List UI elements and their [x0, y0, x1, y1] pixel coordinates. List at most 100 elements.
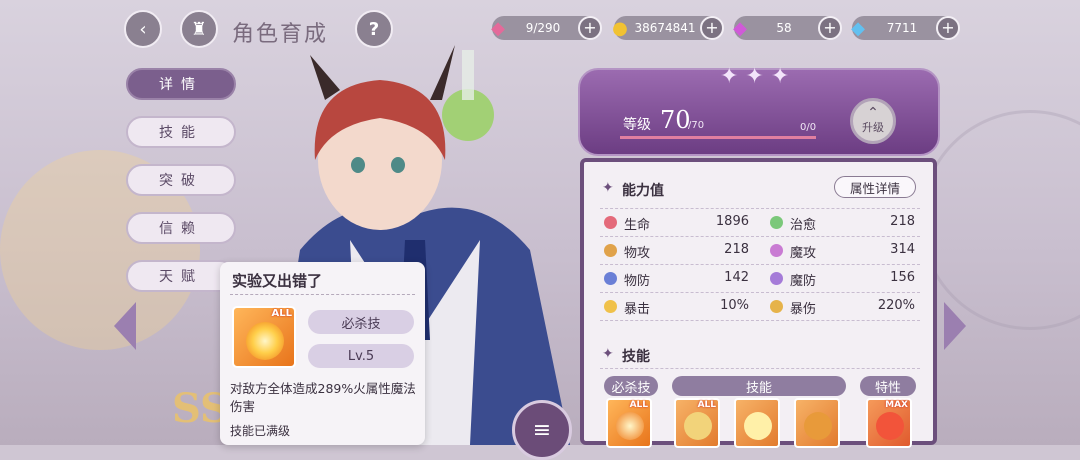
sparkle-icon: ✦ ✦ ✦ — [720, 64, 790, 89]
crit-damage-icon — [770, 300, 783, 313]
sparkle-icon: ✦ — [602, 346, 614, 362]
skill-type-pill: 必杀技 — [308, 310, 414, 334]
add-gold-button[interactable]: + — [700, 16, 724, 40]
key-icon — [804, 412, 832, 440]
stat-value: 156 — [890, 270, 915, 285]
sidebar-item-trust[interactable]: 信赖 — [126, 212, 236, 244]
heal-icon — [770, 216, 783, 229]
question-icon: ? — [368, 18, 380, 40]
prev-character-arrow[interactable] — [112, 300, 138, 352]
exp-value: 0/0 — [800, 122, 817, 133]
sidebar-item-skills[interactable]: 技能 — [126, 116, 236, 148]
top-bar: ‹ ♜ 角色育成 ? ◆ 9/290 + ● 38674841 + ◆ 58 +… — [0, 10, 1080, 48]
magic-shield-icon — [770, 272, 783, 285]
resource-blue-diamond: ◆ 7711 + — [851, 16, 960, 40]
help-button[interactable]: ? — [355, 10, 393, 48]
gold-coin-icon: ● — [612, 17, 628, 39]
stat-crit: 暴击 10% — [604, 296, 749, 318]
stat-label: 物防 — [624, 274, 651, 289]
stat-label: 暴伤 — [790, 302, 817, 317]
stat-physical-defense: 物防 142 — [604, 268, 749, 290]
stat-label: 暴击 — [624, 302, 651, 317]
potion-icon — [684, 412, 712, 440]
stat-value: 10% — [720, 298, 749, 313]
stats-title: 能力值 — [622, 183, 664, 199]
all-target-tag: ALL — [629, 400, 648, 410]
stat-value: 1896 — [715, 214, 749, 229]
stat-physical-attack: 物攻 218 — [604, 240, 749, 262]
stat-value: 142 — [724, 270, 749, 285]
divider — [600, 208, 920, 209]
next-character-arrow[interactable] — [942, 300, 968, 352]
skill-name: 实验又出错了 — [232, 272, 323, 290]
fire-swirl-icon — [246, 322, 284, 360]
fire-swirl-icon — [616, 412, 644, 440]
stat-label: 魔防 — [790, 274, 817, 289]
add-purple-gem-button[interactable]: + — [818, 16, 842, 40]
tab-trait[interactable]: 特性 — [860, 376, 916, 396]
add-diamond-button[interactable]: + — [936, 16, 960, 40]
skill-slot-1[interactable]: ALL — [674, 398, 720, 448]
page-title: 角色育成 — [232, 22, 329, 47]
add-candy-button[interactable]: + — [578, 16, 602, 40]
attribute-details-button[interactable]: 属性详情 — [834, 176, 916, 198]
level-max: /70 — [688, 120, 705, 131]
stat-magic-attack: 魔攻 314 — [770, 240, 915, 262]
back-arrow-icon: ‹ — [139, 18, 147, 40]
level-value: 70 — [660, 106, 691, 134]
resource-purple-gem: ◆ 58 + — [733, 16, 842, 40]
ultimate-skill-slot[interactable]: ALL — [606, 398, 652, 448]
upgrade-button[interactable]: ⌃ 升级 — [850, 98, 896, 144]
all-target-tag: ALL — [271, 308, 292, 319]
trait-slot[interactable]: MAX — [866, 398, 912, 448]
shield-icon — [604, 272, 617, 285]
stat-crit-damage: 暴伤 220% — [770, 296, 915, 318]
level-label: 等级 — [623, 117, 651, 133]
skill-slot-3[interactable] — [794, 398, 840, 448]
stat-hp: 生命 1896 — [604, 212, 749, 234]
stat-label: 魔攻 — [790, 246, 817, 261]
resource-candy: ◆ 9/290 + — [491, 16, 602, 40]
divider — [600, 264, 920, 265]
tab-skill[interactable]: 技能 — [672, 376, 846, 396]
stat-value: 220% — [877, 298, 915, 313]
castle-icon: ♜ — [190, 18, 208, 40]
burst-icon — [744, 412, 772, 440]
skill-slot-2[interactable] — [734, 398, 780, 448]
purple-gem-icon: ◆ — [733, 17, 747, 39]
sidebar-item-details[interactable]: 详情 — [126, 68, 236, 100]
stat-heal: 治愈 218 — [770, 212, 915, 234]
resource-gold: ● 38674841 + — [612, 16, 724, 40]
max-tag: MAX — [885, 400, 908, 410]
stat-label: 物攻 — [624, 246, 651, 261]
blue-diamond-icon: ◆ — [851, 17, 865, 39]
stat-label: 生命 — [624, 218, 651, 233]
divider — [230, 294, 415, 295]
divider — [600, 292, 920, 293]
upgrade-label: 升级 — [862, 121, 884, 134]
sidebar-item-breakthrough[interactable]: 突破 — [126, 164, 236, 196]
heart-icon — [604, 216, 617, 229]
skill-max-status: 技能已满级 — [230, 424, 291, 438]
wand-icon — [770, 244, 783, 257]
crit-star-icon — [604, 300, 617, 313]
stat-value: 314 — [890, 242, 915, 257]
sparkle-icon: ✦ — [602, 180, 614, 196]
back-button[interactable]: ‹ — [124, 10, 162, 48]
stat-value: 218 — [724, 242, 749, 257]
chevrons-up-icon: ⌃ — [867, 105, 879, 121]
stat-magic-defense: 魔防 156 — [770, 268, 915, 290]
skills-title: 技能 — [622, 349, 650, 365]
skill-description: 对敌方全体造成289%火属性魔法伤害 — [230, 381, 416, 414]
profile-book-button[interactable]: ≡ — [512, 400, 572, 460]
level-panel: ✦ ✦ ✦ 等级 70 /70 0/0 ⌃ 升级 — [578, 64, 940, 156]
flame-icon — [876, 412, 904, 440]
tab-ultimate[interactable]: 必杀技 — [604, 376, 658, 396]
stat-value: 218 — [890, 214, 915, 229]
divider — [600, 368, 920, 369]
skill-tooltip: 实验又出错了 ALL 必杀技 Lv.5 对敌方全体造成289%火属性魔法伤害 技… — [220, 262, 425, 445]
divider — [600, 320, 920, 321]
fist-icon — [604, 244, 617, 257]
stats-panel: ✦ 能力值 属性详情 生命 1896 治愈 218 物攻 218 魔攻 314 … — [580, 158, 937, 448]
home-button[interactable]: ♜ — [180, 10, 218, 48]
